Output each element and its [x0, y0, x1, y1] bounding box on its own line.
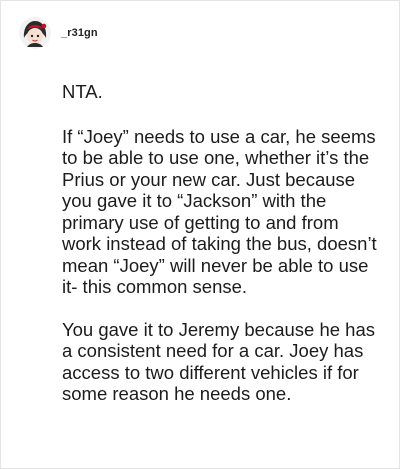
comment-paragraph-1: NTA. — [62, 81, 103, 102]
username[interactable]: _r31gn — [61, 27, 98, 39]
comment-paragraph-2: If “Joey” needs to use a car, he seems t… — [62, 125, 377, 298]
comment-card: _r31gn NTA. If “Joey” needs to use a car… — [0, 0, 400, 469]
comment-header: _r31gn — [19, 15, 98, 51]
avatar-icon — [19, 17, 51, 49]
comment-body: NTA. If “Joey” needs to use a car, he se… — [62, 81, 380, 426]
comment-paragraph-3: You gave it to Jeremy because he has a c… — [62, 318, 375, 405]
user-avatar[interactable] — [19, 17, 51, 49]
